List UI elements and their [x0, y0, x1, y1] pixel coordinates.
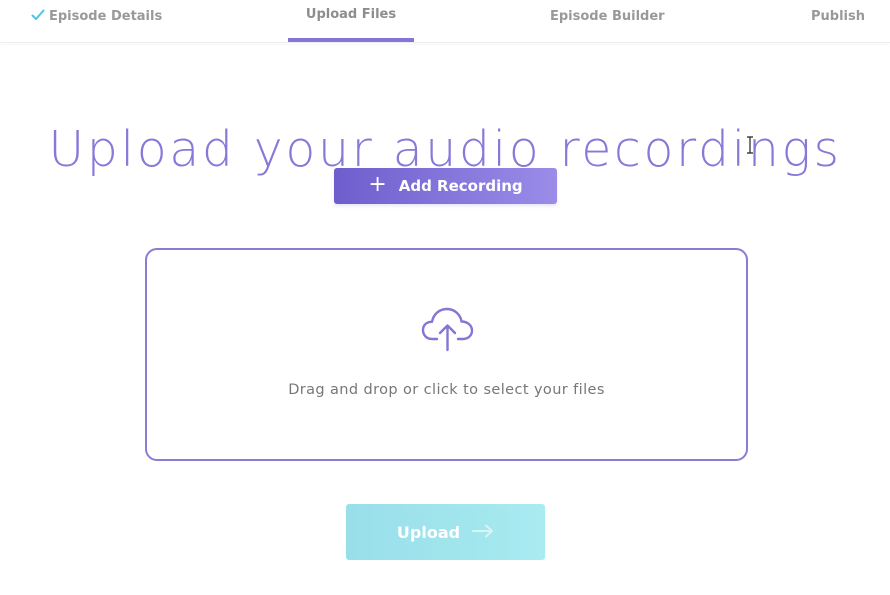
step-episode-details[interactable]: Episode Details [31, 9, 162, 51]
plus-icon: + [368, 172, 387, 197]
add-recording-label: Add Recording [398, 177, 523, 195]
dropzone-instructions: Drag and drop or click to select your fi… [288, 382, 605, 398]
active-step-indicator [288, 38, 414, 42]
step-label: Upload Files [305, 7, 397, 22]
add-recording-button[interactable]: + Add Recording [334, 168, 557, 204]
upload-label: Upload [396, 522, 461, 542]
step-upload-files[interactable]: Upload Files [288, 0, 414, 42]
step-label: Episode Details [49, 9, 163, 24]
step-label: Episode Builder [550, 9, 665, 24]
upload-files-page: Episode Details Upload Files Episode Bui… [0, 0, 890, 595]
text-cursor-icon [747, 136, 753, 154]
step-label: Publish [811, 9, 865, 24]
step-episode-builder[interactable]: Episode Builder [550, 9, 665, 51]
check-icon [31, 9, 45, 20]
step-navigation: Episode Details Upload Files Episode Bui… [0, 0, 890, 43]
arrow-right-icon [472, 524, 494, 538]
cloud-upload-icon [421, 307, 474, 352]
file-dropzone[interactable]: Drag and drop or click to select your fi… [145, 248, 748, 461]
step-publish[interactable]: Publish [811, 9, 865, 51]
upload-button[interactable]: Upload [346, 504, 545, 560]
